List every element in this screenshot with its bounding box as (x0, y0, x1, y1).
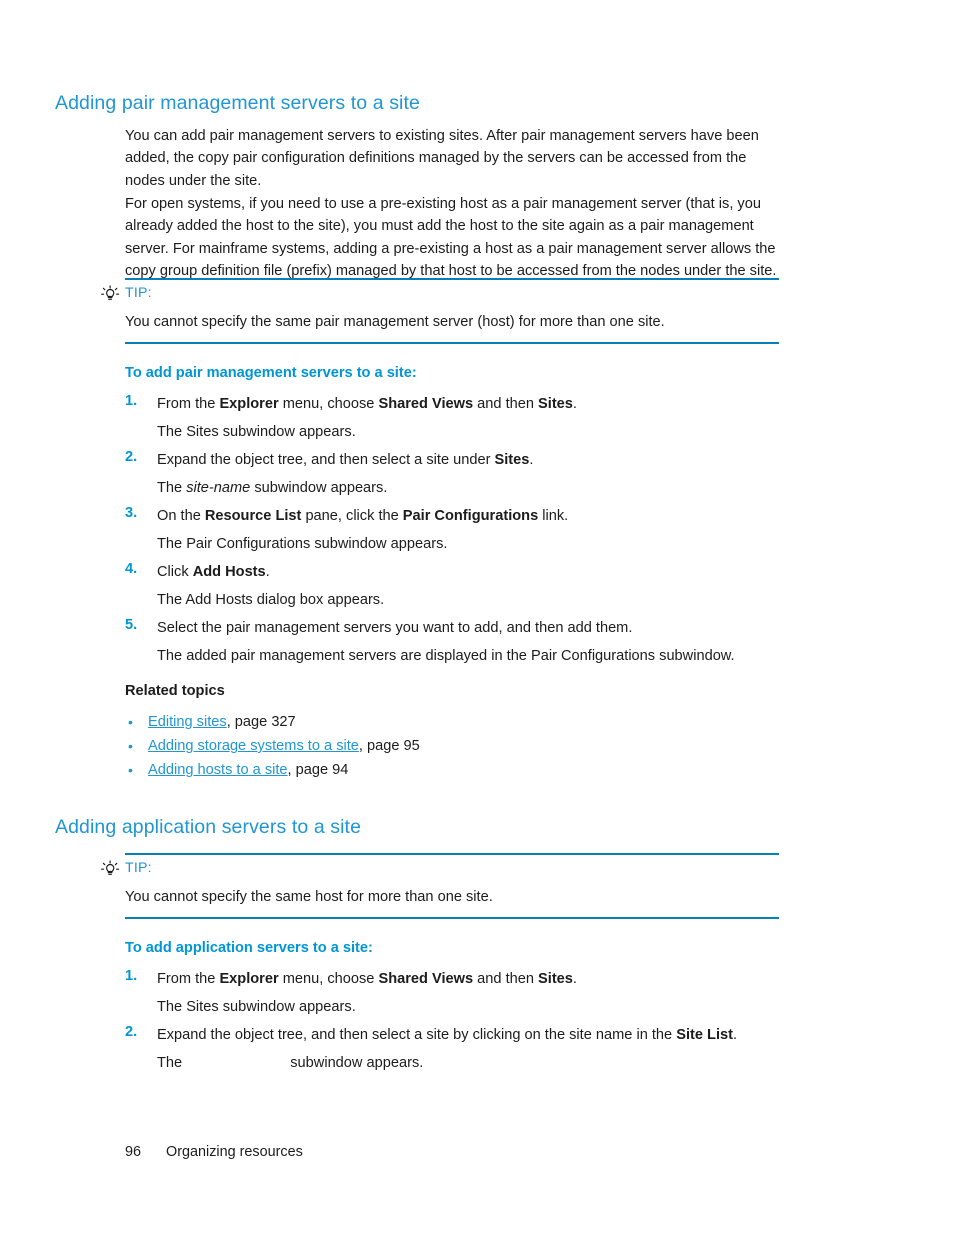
step-result: The subwindow appears. (157, 1055, 424, 1071)
step-text: From the Explorer menu, choose Shared Vi… (157, 396, 577, 412)
related-link-line: Adding storage systems to a site, page 9… (148, 735, 420, 757)
section-heading-pair-management: Adding pair management servers to a site (55, 92, 420, 115)
tip-bottom-rule (125, 342, 779, 344)
cross-reference-link[interactable]: Adding storage systems to a site (148, 738, 359, 754)
related-link-line: Adding hosts to a site, page 94 (148, 759, 348, 781)
step-text: Click Add Hosts. (157, 564, 270, 580)
tip-top-rule (125, 853, 779, 855)
document-page: Adding pair management servers to a site… (0, 0, 954, 1235)
step-result: The Sites subwindow appears. (157, 999, 356, 1015)
tip-text: You cannot specify the same host for mor… (125, 889, 493, 905)
page-footer: 96 Organizing resources (125, 1144, 303, 1160)
step-number: 2. (125, 449, 138, 465)
procedure-heading: To add application servers to a site: (125, 940, 373, 956)
bullet-icon: • (128, 762, 133, 778)
step-number: 4. (125, 561, 138, 577)
step-text: Expand the object tree, and then select … (157, 452, 534, 468)
step-text: From the Explorer menu, choose Shared Vi… (157, 971, 577, 987)
step-result: The Add Hosts dialog box appears. (157, 592, 385, 608)
footer-chapter-title: Organizing resources (166, 1144, 303, 1160)
cross-reference-link[interactable]: Editing sites (148, 714, 227, 730)
step-text: On the Resource List pane, click the Pai… (157, 508, 569, 524)
step-result: The Sites subwindow appears. (157, 424, 356, 440)
step-number: 1. (125, 393, 138, 409)
tip-bottom-rule (125, 917, 779, 919)
related-page-suffix: , page 94 (287, 762, 349, 778)
tip-label: TIP: (125, 860, 152, 876)
section-heading-application-servers: Adding application servers to a site (55, 816, 362, 839)
related-topics-heading: Related topics (125, 683, 225, 699)
related-page-suffix: , page 327 (226, 714, 296, 730)
step-number: 5. (125, 617, 138, 633)
procedure-heading: To add pair management servers to a site… (125, 365, 417, 381)
step-result: The site-name subwindow appears. (157, 480, 388, 496)
tip-text: You cannot specify the same pair managem… (125, 314, 665, 330)
related-page-suffix: , page 95 (358, 738, 420, 754)
bullet-icon: • (128, 738, 133, 754)
step-number: 3. (125, 505, 138, 521)
tip-label: TIP: (125, 285, 152, 301)
tip-top-rule (125, 278, 779, 280)
step-result: The Pair Configurations subwindow appear… (157, 536, 448, 552)
lightbulb-icon (99, 859, 121, 881)
step-text: Select the pair management servers you w… (157, 620, 633, 636)
step-result: The added pair management servers are di… (157, 648, 735, 664)
related-link-line: Editing sites, page 327 (148, 711, 296, 733)
bullet-icon: • (128, 714, 133, 730)
cross-reference-link[interactable]: Adding hosts to a site (148, 762, 288, 778)
footer-page-number: 96 (125, 1144, 142, 1160)
lightbulb-icon (99, 284, 121, 306)
body-paragraph: For open systems, if you need to use a p… (125, 195, 777, 280)
step-number: 1. (125, 968, 138, 984)
step-text: Expand the object tree, and then select … (157, 1027, 738, 1043)
body-paragraph: You can add pair management servers to e… (125, 127, 759, 189)
step-number: 2. (125, 1024, 138, 1040)
